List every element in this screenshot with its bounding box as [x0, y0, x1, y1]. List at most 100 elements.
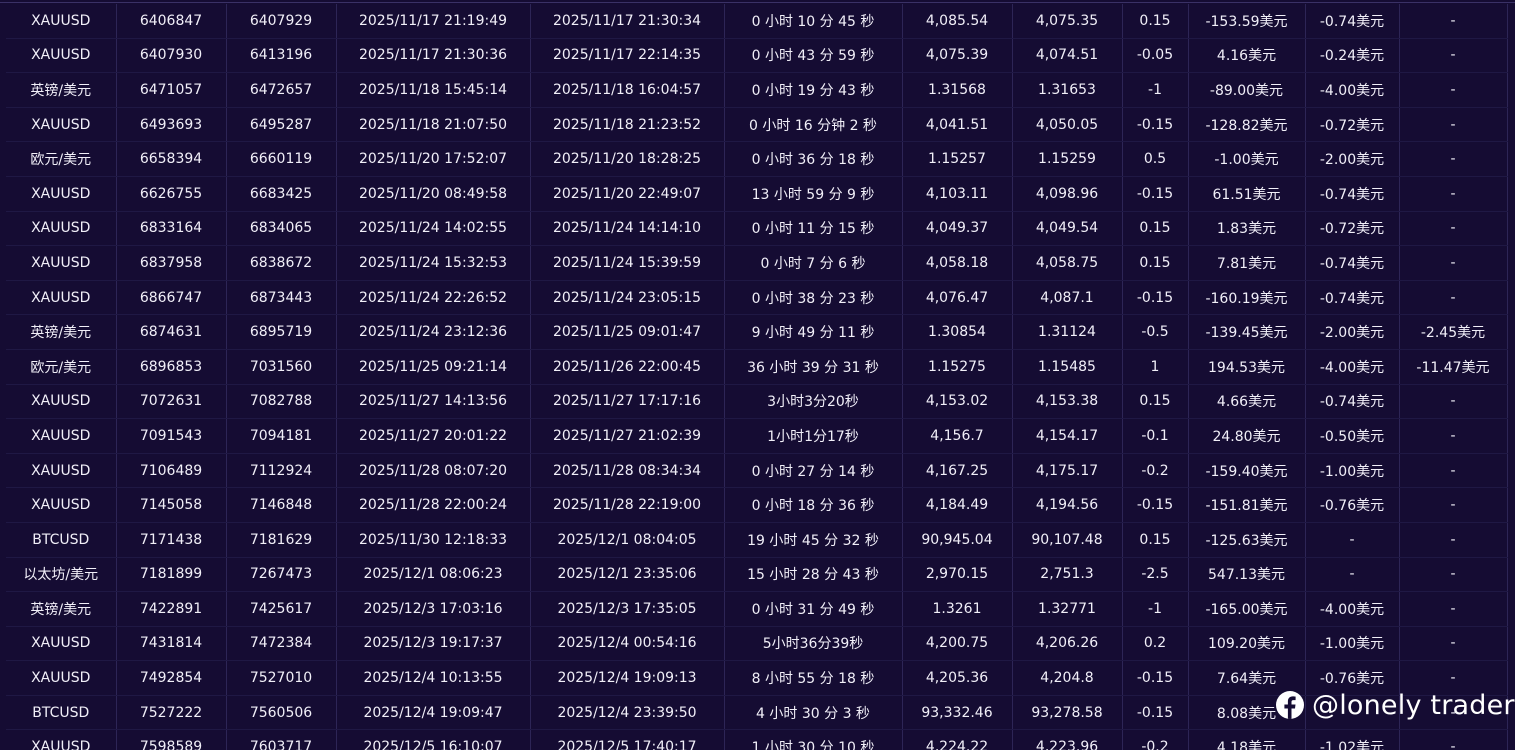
duration-cell: 1小时1分17秒 — [724, 418, 903, 454]
open-time-cell: 2025/12/3 17:03:16 — [336, 591, 531, 627]
open-time-cell: 2025/11/27 20:01:22 — [336, 418, 531, 454]
symbol-cell: 英镑/美元 — [6, 591, 117, 627]
open-price-cell: 4,049.37 — [902, 211, 1013, 247]
duration-cell: 0 小时 16 分钟 2 秒 — [724, 107, 903, 143]
top-divider — [0, 2, 1515, 3]
swap-cell: - — [1399, 522, 1508, 558]
close-time-cell: 2025/11/24 23:05:15 — [530, 280, 725, 316]
open-time-cell: 2025/11/18 21:07:50 — [336, 107, 531, 143]
commission-cell: - — [1305, 557, 1400, 593]
profit-cell: -159.40美元 — [1188, 453, 1306, 489]
table-row: XAUUSD 6406847 6407929 2025/11/17 21:19:49 2… — [6, 4, 1508, 39]
volume-cell: 0.15 — [1122, 384, 1189, 420]
close-price-cell: 4,049.54 — [1012, 211, 1123, 247]
close-price-cell: 4,206.26 — [1012, 626, 1123, 662]
close-time-cell: 2025/11/27 17:17:16 — [530, 384, 725, 420]
close-price-cell: 93,278.58 — [1012, 695, 1123, 731]
close-price-cell: 2,751.3 — [1012, 557, 1123, 593]
close-ticket-cell: 7560506 — [226, 695, 337, 731]
symbol-cell: XAUUSD — [6, 4, 117, 39]
duration-cell: 13 小时 59 分 9 秒 — [724, 176, 903, 212]
table-row: XAUUSD 7598589 7603717 2025/12/5 16:10:07 20… — [6, 729, 1508, 750]
open-time-cell: 2025/11/24 15:32:53 — [336, 245, 531, 281]
volume-cell: -1 — [1122, 72, 1189, 108]
symbol-cell: 英镑/美元 — [6, 72, 117, 108]
open-price-cell: 4,085.54 — [902, 4, 1013, 39]
close-time-cell: 2025/11/24 14:14:10 — [530, 211, 725, 247]
close-time-cell: 2025/12/4 00:54:16 — [530, 626, 725, 662]
open-ticket-cell: 6626755 — [116, 176, 227, 212]
close-price-cell: 4,075.35 — [1012, 4, 1123, 39]
close-time-cell: 2025/11/17 21:30:34 — [530, 4, 725, 39]
duration-cell: 0 小时 27 分 14 秒 — [724, 453, 903, 489]
swap-cell: - — [1399, 176, 1508, 212]
symbol-cell: 欧元/美元 — [6, 349, 117, 385]
commission-cell: -1.00美元 — [1305, 453, 1400, 489]
duration-cell: 36 小时 39 分 31 秒 — [724, 349, 903, 385]
close-ticket-cell: 7181629 — [226, 522, 337, 558]
swap-cell: - — [1399, 626, 1508, 662]
table-row: 英镑/美元 6471057 6472657 2025/11/18 15:45:14 20… — [6, 72, 1508, 108]
volume-cell: 1 — [1122, 349, 1189, 385]
close-ticket-cell: 7112924 — [226, 453, 337, 489]
open-ticket-cell: 6874631 — [116, 314, 227, 350]
table-row: XAUUSD 7106489 7112924 2025/11/28 08:07:20 2… — [6, 453, 1508, 489]
close-ticket-cell: 7603717 — [226, 729, 337, 750]
open-time-cell: 2025/11/20 08:49:58 — [336, 176, 531, 212]
duration-cell: 19 小时 45 分 32 秒 — [724, 522, 903, 558]
commission-cell: -1.00美元 — [1305, 626, 1400, 662]
profit-cell: 7.81美元 — [1188, 245, 1306, 281]
swap-cell: - — [1399, 4, 1508, 39]
open-price-cell: 4,156.7 — [902, 418, 1013, 454]
volume-cell: -1 — [1122, 591, 1189, 627]
commission-cell: -0.72美元 — [1305, 107, 1400, 143]
close-price-cell: 1.31124 — [1012, 314, 1123, 350]
swap-cell: - — [1399, 418, 1508, 454]
swap-cell: - — [1399, 729, 1508, 750]
open-price-cell: 1.31568 — [902, 72, 1013, 108]
open-time-cell: 2025/11/17 21:19:49 — [336, 4, 531, 39]
profit-cell: 24.80美元 — [1188, 418, 1306, 454]
open-time-cell: 2025/11/24 22:26:52 — [336, 280, 531, 316]
symbol-cell: 欧元/美元 — [6, 141, 117, 177]
duration-cell: 3小时3分20秒 — [724, 384, 903, 420]
swap-cell: -11.47美元 — [1399, 349, 1508, 385]
profit-cell: -165.00美元 — [1188, 591, 1306, 627]
duration-cell: 9 小时 49 分 11 秒 — [724, 314, 903, 350]
table-row: 欧元/美元 6658394 6660119 2025/11/20 17:52:07 20… — [6, 141, 1508, 177]
open-price-cell: 90,945.04 — [902, 522, 1013, 558]
profit-cell: 61.51美元 — [1188, 176, 1306, 212]
close-ticket-cell: 7425617 — [226, 591, 337, 627]
commission-cell: -0.74美元 — [1305, 384, 1400, 420]
open-price-cell: 4,075.39 — [902, 38, 1013, 74]
commission-cell: -1.02美元 — [1305, 729, 1400, 750]
symbol-cell: XAUUSD — [6, 626, 117, 662]
close-time-cell: 2025/11/20 18:28:25 — [530, 141, 725, 177]
profit-cell: 547.13美元 — [1188, 557, 1306, 593]
profit-cell: 109.20美元 — [1188, 626, 1306, 662]
open-time-cell: 2025/12/4 19:09:47 — [336, 695, 531, 731]
facebook-icon — [1276, 691, 1304, 719]
close-time-cell: 2025/12/1 08:04:05 — [530, 522, 725, 558]
open-price-cell: 2,970.15 — [902, 557, 1013, 593]
table-row: XAUUSD 7431814 7472384 2025/12/3 19:17:37 20… — [6, 626, 1508, 662]
close-ticket-cell: 7082788 — [226, 384, 337, 420]
open-ticket-cell: 7106489 — [116, 453, 227, 489]
close-time-cell: 2025/11/26 22:00:45 — [530, 349, 725, 385]
volume-cell: -0.15 — [1122, 695, 1189, 731]
volume-cell: -0.5 — [1122, 314, 1189, 350]
table-row: XAUUSD 6626755 6683425 2025/11/20 08:49:58 2… — [6, 176, 1508, 212]
swap-cell: - — [1399, 487, 1508, 523]
open-price-cell: 4,184.49 — [902, 487, 1013, 523]
open-ticket-cell: 7598589 — [116, 729, 227, 750]
close-price-cell: 4,087.1 — [1012, 280, 1123, 316]
open-price-cell: 4,076.47 — [902, 280, 1013, 316]
profit-cell: 4.16美元 — [1188, 38, 1306, 74]
close-price-cell: 1.15259 — [1012, 141, 1123, 177]
symbol-cell: XAUUSD — [6, 453, 117, 489]
volume-cell: -0.05 — [1122, 38, 1189, 74]
swap-cell: -2.45美元 — [1399, 314, 1508, 350]
symbol-cell: BTCUSD — [6, 695, 117, 731]
open-ticket-cell: 6493693 — [116, 107, 227, 143]
swap-cell: - — [1399, 141, 1508, 177]
